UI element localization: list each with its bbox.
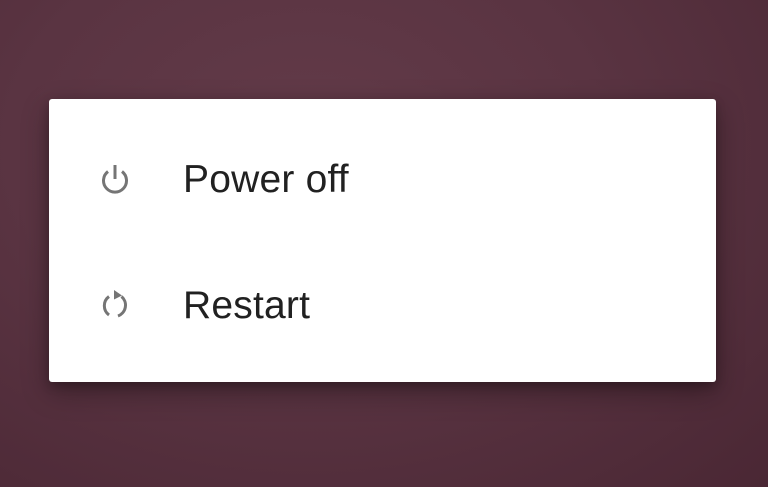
restart-icon xyxy=(102,290,127,318)
power-menu-dialog: Power off Restart xyxy=(49,99,716,382)
power-off-label: Power off xyxy=(183,157,349,201)
power-icon xyxy=(102,165,128,194)
restart-button[interactable]: Restart xyxy=(49,242,716,368)
power-off-button[interactable]: Power off xyxy=(49,116,716,242)
restart-label: Restart xyxy=(183,283,311,327)
